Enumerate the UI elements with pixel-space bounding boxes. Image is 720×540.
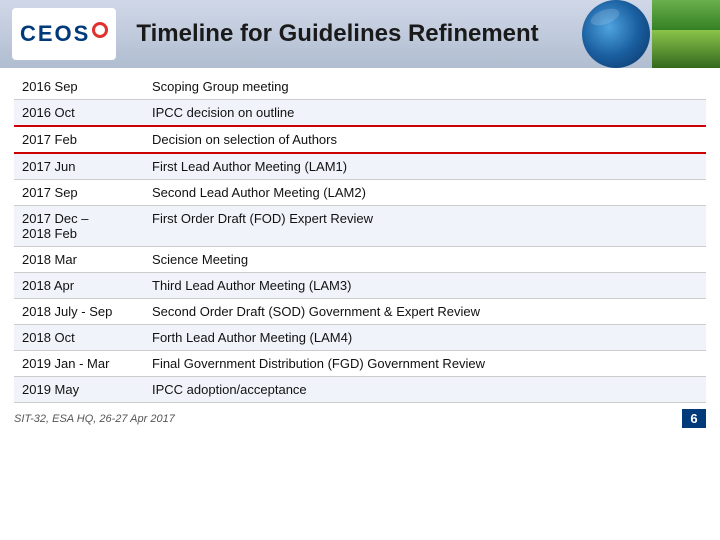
earth-icon xyxy=(582,0,650,68)
event-cell: Science Meeting xyxy=(144,247,706,273)
event-cell: Decision on selection of Authors xyxy=(144,126,706,153)
table-row: 2016 SepScoping Group meeting xyxy=(14,74,706,100)
date-cell: 2018 July - Sep xyxy=(14,299,144,325)
event-cell: Forth Lead Author Meeting (LAM4) xyxy=(144,325,706,351)
event-cell: Second Order Draft (SOD) Government & Ex… xyxy=(144,299,706,325)
page-number: 6 xyxy=(682,409,706,428)
table-row: 2018 OctForth Lead Author Meeting (LAM4) xyxy=(14,325,706,351)
date-cell: 2018 Oct xyxy=(14,325,144,351)
date-cell: 2017 Jun xyxy=(14,153,144,180)
page-header: CEOS Timeline for Guidelines Refinement xyxy=(0,0,720,68)
date-cell: 2017 Feb xyxy=(14,126,144,153)
table-row: 2017 JunFirst Lead Author Meeting (LAM1) xyxy=(14,153,706,180)
table-row: 2018 MarScience Meeting xyxy=(14,247,706,273)
event-cell: First Lead Author Meeting (LAM1) xyxy=(144,153,706,180)
date-cell: 2017 Sep xyxy=(14,180,144,206)
footer-text: SIT-32, ESA HQ, 26-27 Apr 2017 xyxy=(14,413,175,425)
event-cell: Second Lead Author Meeting (LAM2) xyxy=(144,180,706,206)
header-images xyxy=(580,0,720,68)
logo-text: CEOS xyxy=(20,21,90,47)
date-cell: 2016 Oct xyxy=(14,100,144,127)
table-row: 2017 Dec – 2018 FebFirst Order Draft (FO… xyxy=(14,206,706,247)
date-cell: 2019 Jan - Mar xyxy=(14,351,144,377)
table-row: 2019 Jan - MarFinal Government Distribut… xyxy=(14,351,706,377)
page-title: Timeline for Guidelines Refinement xyxy=(136,20,538,48)
table-row: 2016 OctIPCC decision on outline xyxy=(14,100,706,127)
event-cell: IPCC adoption/acceptance xyxy=(144,377,706,403)
date-cell: 2016 Sep xyxy=(14,74,144,100)
table-row: 2018 AprThird Lead Author Meeting (LAM3) xyxy=(14,273,706,299)
date-cell: 2019 May xyxy=(14,377,144,403)
timeline-table: 2016 SepScoping Group meeting2016 OctIPC… xyxy=(14,74,706,403)
event-cell: Final Government Distribution (FGD) Gove… xyxy=(144,351,706,377)
event-cell: Scoping Group meeting xyxy=(144,74,706,100)
date-cell: 2018 Apr xyxy=(14,273,144,299)
event-cell: Third Lead Author Meeting (LAM3) xyxy=(144,273,706,299)
table-row: 2017 FebDecision on selection of Authors xyxy=(14,126,706,153)
table-row: 2018 July - SepSecond Order Draft (SOD) … xyxy=(14,299,706,325)
main-content: 2016 SepScoping Group meeting2016 OctIPC… xyxy=(0,68,720,403)
logo-arc-icon xyxy=(92,22,108,38)
date-cell: 2018 Mar xyxy=(14,247,144,273)
forest-icon xyxy=(652,0,720,68)
page-footer: SIT-32, ESA HQ, 26-27 Apr 2017 6 xyxy=(0,405,720,432)
date-cell: 2017 Dec – 2018 Feb xyxy=(14,206,144,247)
event-cell: IPCC decision on outline xyxy=(144,100,706,127)
ceos-logo: CEOS xyxy=(12,8,116,60)
table-row: 2019 MayIPCC adoption/acceptance xyxy=(14,377,706,403)
table-row: 2017 SepSecond Lead Author Meeting (LAM2… xyxy=(14,180,706,206)
event-cell: First Order Draft (FOD) Expert Review xyxy=(144,206,706,247)
